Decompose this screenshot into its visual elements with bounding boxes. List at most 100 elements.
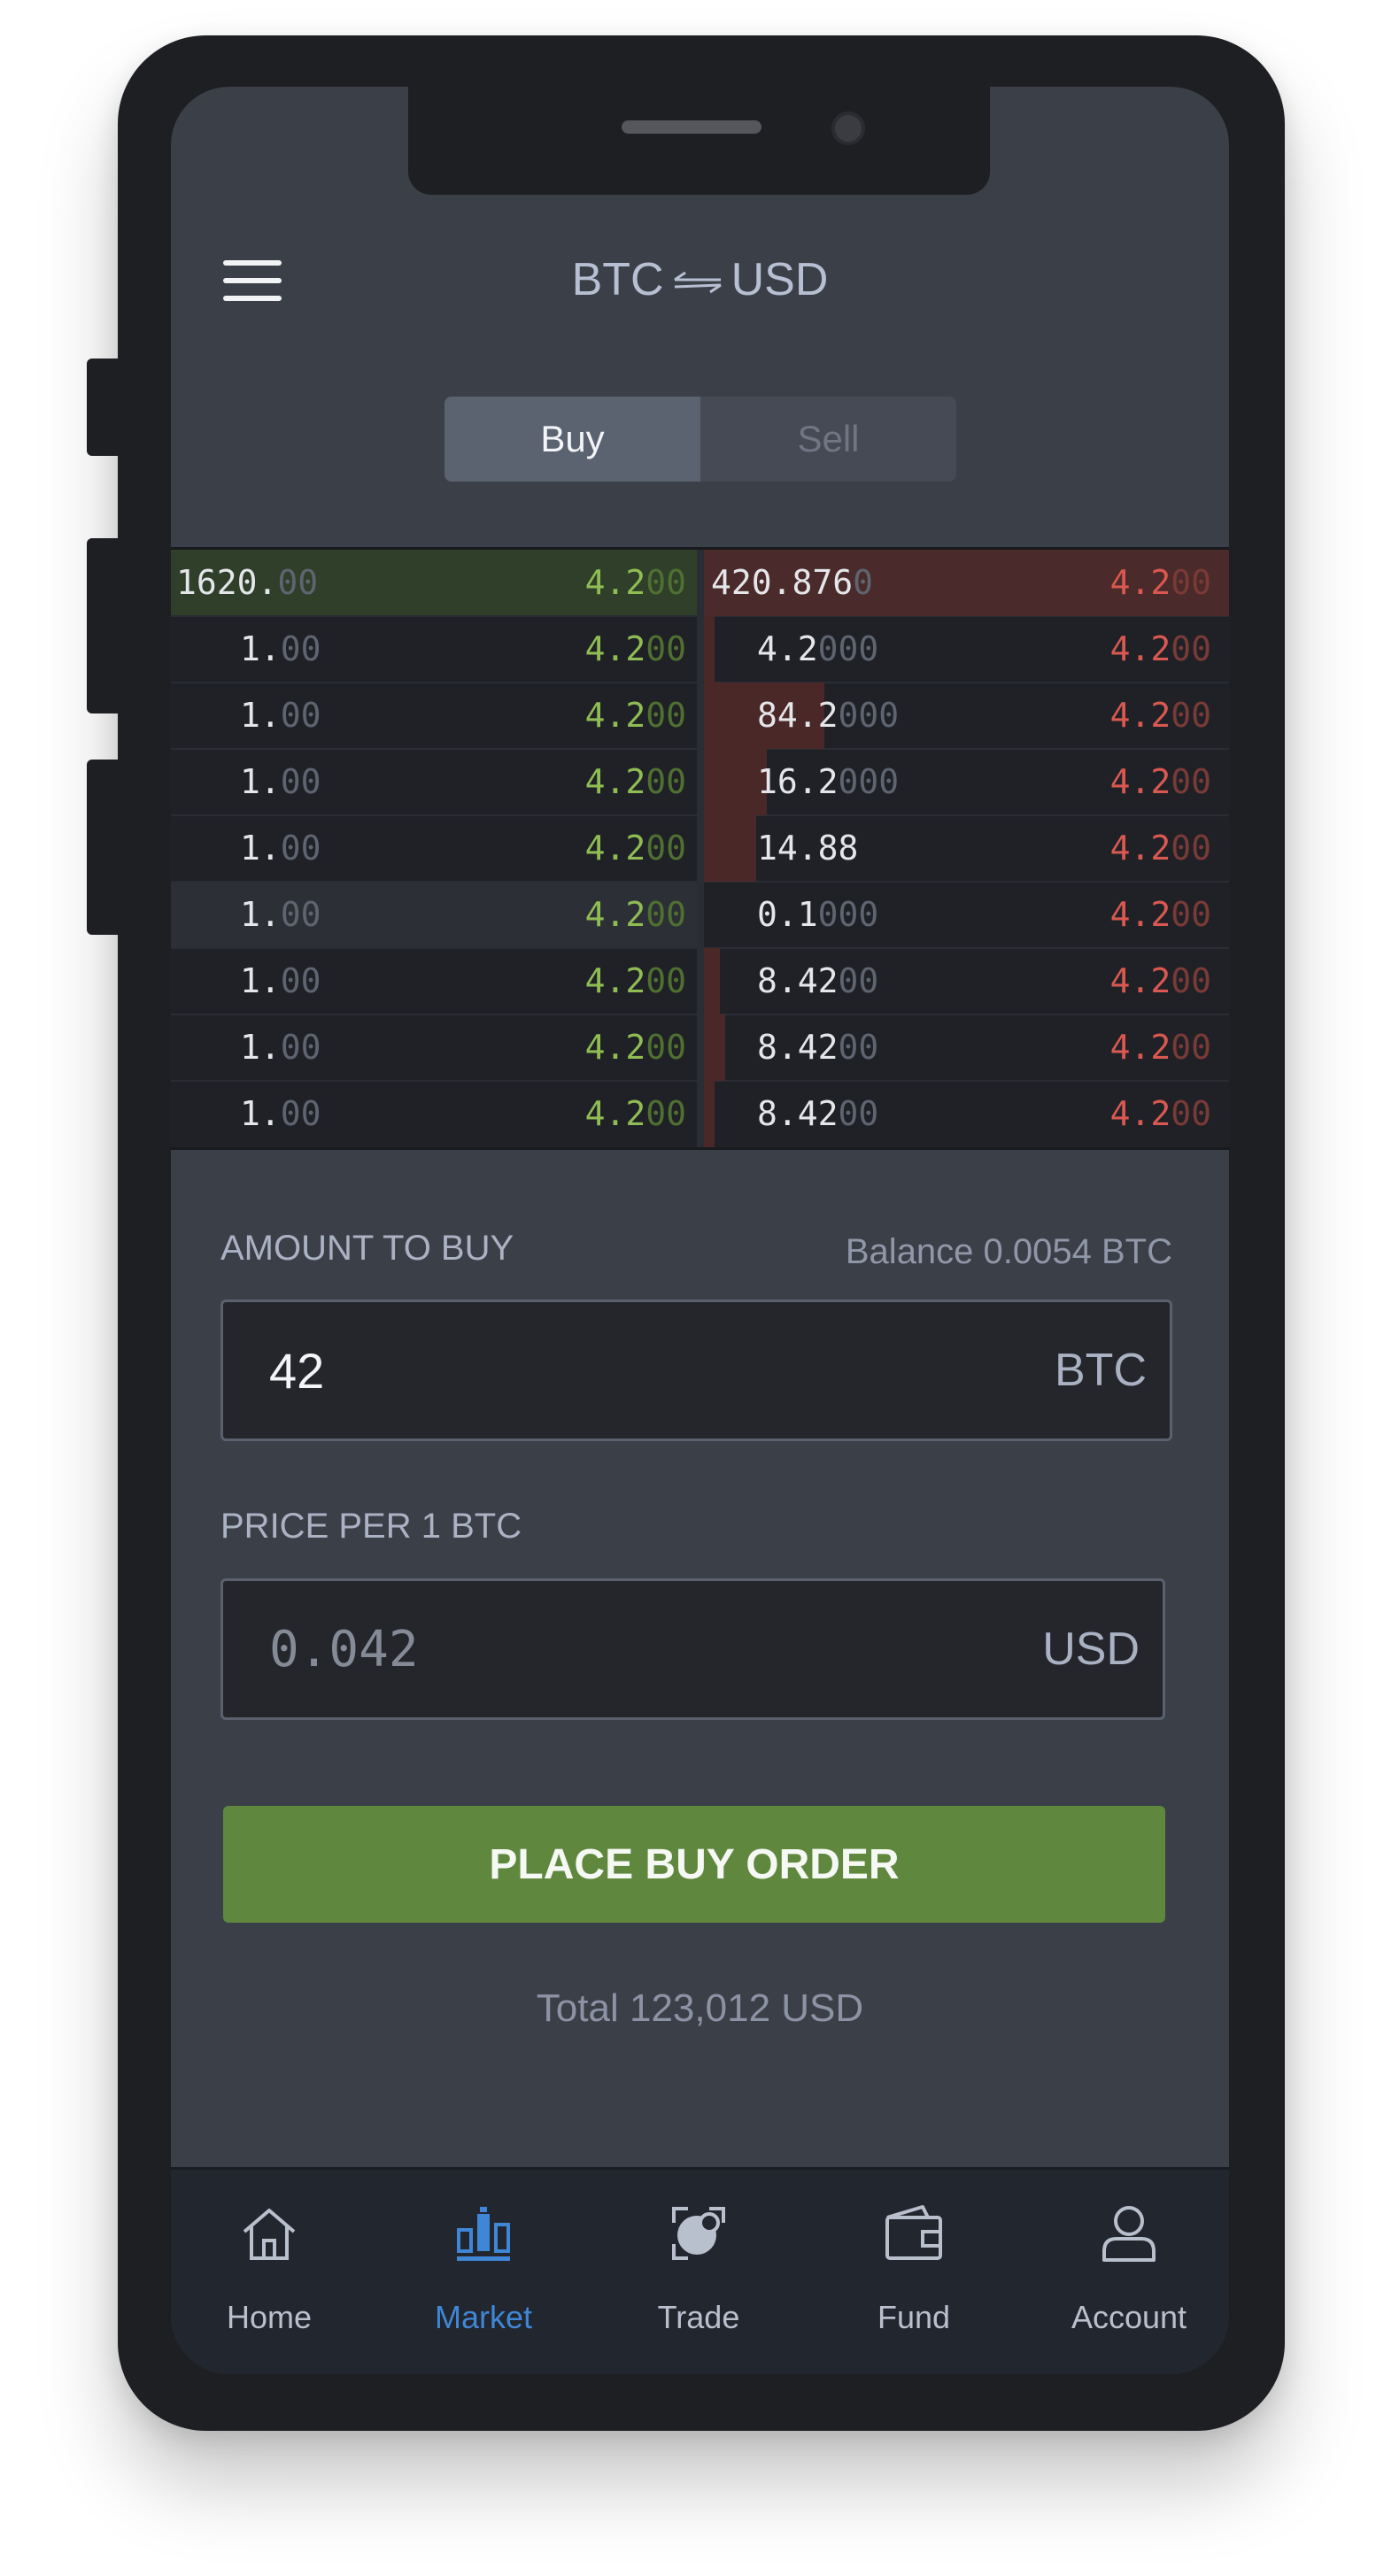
bid-row[interactable]: 1.00 4.200 xyxy=(171,815,697,882)
side-button-mute xyxy=(87,359,120,456)
bid-qty-dim: 00 xyxy=(645,1028,686,1067)
bid-price-dim: 00 xyxy=(280,696,321,735)
bid-price-dim: 00 xyxy=(280,762,321,801)
ask-price: 16.2000 xyxy=(757,749,899,815)
place-buy-order-button[interactable]: PLACE BUY ORDER xyxy=(223,1806,1165,1923)
quote-currency: USD xyxy=(731,254,829,305)
tab-buy[interactable]: Buy xyxy=(444,397,700,482)
ask-qty: 4.200 xyxy=(1110,815,1211,882)
ask-qty-main: 4.2 xyxy=(1109,1094,1171,1133)
front-camera xyxy=(831,112,865,145)
nav-home[interactable]: Home xyxy=(172,2170,367,2374)
bid-row[interactable]: 1.00 4.200 xyxy=(171,616,697,683)
wallet-icon xyxy=(885,2205,942,2260)
order-book-divider xyxy=(697,550,704,1147)
swap-arrows-icon xyxy=(673,272,722,294)
ask-qty: 4.200 xyxy=(1110,749,1211,815)
bid-row[interactable]: 1.00 4.200 xyxy=(171,749,697,815)
bid-row[interactable]: 1.00 4.200 xyxy=(171,1014,697,1081)
ask-row[interactable]: 0.1000 4.200 xyxy=(704,882,1229,948)
ask-price-main: 420.876 xyxy=(711,563,854,602)
ask-price: 420.8760 xyxy=(711,550,873,616)
nav-market[interactable]: Market xyxy=(386,2170,581,2374)
account-icon xyxy=(1102,2206,1156,2262)
price-input[interactable]: 0.042 USD xyxy=(220,1578,1165,1720)
bid-qty-main: 4.2 xyxy=(584,762,646,801)
ask-row[interactable]: 4.2000 4.2 00 xyxy=(704,616,1229,683)
bid-row[interactable]: 1.00 4.200 xyxy=(171,882,697,948)
amount-label: AMOUNT TO BUY xyxy=(220,1229,514,1268)
price-unit: USD xyxy=(1042,1623,1140,1675)
buy-sell-toggle: Buy Sell xyxy=(444,397,956,482)
total-label: Total xyxy=(536,1986,619,2030)
bid-price-dim: 00 xyxy=(277,563,319,602)
bid-qty-main: 4.2 xyxy=(584,1028,646,1067)
price-label: PRICE PER 1 BTC xyxy=(220,1507,522,1546)
bid-price: 1.00 xyxy=(240,882,321,948)
nav-fund[interactable]: Fund xyxy=(816,2170,1011,2374)
ask-price-main: 16.2 xyxy=(757,762,839,801)
ask-row[interactable]: 8.4200 4.200 xyxy=(704,1014,1229,1081)
ask-qty-main: 4.2 xyxy=(1109,563,1171,602)
total-value: 123,012 xyxy=(629,1986,771,2030)
bid-row[interactable]: 1620.00 4.200 xyxy=(171,550,697,616)
total-unit: USD xyxy=(781,1986,864,2030)
bid-price-main: 1. xyxy=(240,762,281,801)
nav-trade[interactable]: Trade xyxy=(601,2170,796,2374)
ask-depth-bar xyxy=(704,1014,725,1081)
bid-qty-dim: 00 xyxy=(645,829,686,868)
ask-row[interactable]: 84.2000 4.200 xyxy=(704,683,1229,749)
bid-qty-main: 4.2 xyxy=(584,629,646,668)
ask-qty-dim: 00 xyxy=(1171,629,1211,668)
bid-price: 1.00 xyxy=(240,749,321,815)
bid-qty: 4.200 xyxy=(585,616,686,683)
ask-price-dim: 00 xyxy=(838,961,879,1000)
ask-price: 4.2000 xyxy=(757,616,878,683)
ask-price-main: 14.88 xyxy=(757,829,859,868)
bid-price-dim: 00 xyxy=(280,961,321,1000)
ask-qty-main: 4.2 xyxy=(1109,895,1171,934)
side-button-volume-down xyxy=(87,760,120,935)
bid-price-main: 1. xyxy=(240,829,281,868)
nav-home-label: Home xyxy=(226,2299,313,2335)
tab-sell[interactable]: Sell xyxy=(700,397,956,482)
balance-text: Balance 0.0054 BTC xyxy=(845,1232,1172,1271)
bid-price-main: 1620. xyxy=(176,563,278,602)
ask-price-main: 84.2 xyxy=(757,696,839,735)
ask-price: 8.4200 xyxy=(757,948,878,1014)
bid-row[interactable]: 1.00 4.200 xyxy=(171,683,697,749)
bid-row[interactable]: 1.00 4.200 xyxy=(171,948,697,1014)
ask-row[interactable]: 16.2000 4.200 xyxy=(704,749,1229,815)
ask-row[interactable]: 420.8760 4.200 xyxy=(704,550,1229,616)
nav-account[interactable]: Account xyxy=(1032,2170,1226,2374)
nav-account-label: Account xyxy=(1071,2299,1187,2335)
ask-qty: 4.200 xyxy=(1110,1081,1211,1147)
ask-row[interactable]: 8.4200 4.200 xyxy=(704,1081,1229,1147)
ask-qty: 4.200 xyxy=(1110,948,1211,1014)
nav-trade-label: Trade xyxy=(657,2299,740,2335)
order-book: 1620.00 4.200 1.00 4.200 1.00 4.200 1.00 4.200 1… xyxy=(171,547,1229,1150)
ask-price-dim: 0 xyxy=(853,563,874,602)
bid-qty-main: 4.2 xyxy=(584,961,646,1000)
ask-price-main: 4.2 xyxy=(757,629,818,668)
ask-price-dim: 000 xyxy=(817,629,879,668)
ask-qty: 4.200 xyxy=(1110,882,1211,948)
bid-price-main: 1. xyxy=(240,696,281,735)
app-screen: BTC USD Buy Sell 1620.00 4.200 1.00 4.200 1.0… xyxy=(171,87,1229,2374)
ask-qty-main: 4.2 xyxy=(1109,762,1171,801)
bid-qty-dim: 00 xyxy=(645,629,686,668)
ask-row[interactable]: 8.4200 4.200 xyxy=(704,948,1229,1014)
bid-qty: 4.200 xyxy=(585,749,686,815)
ask-qty-dim: 00 xyxy=(1171,1028,1211,1067)
ask-qty-main: 4.2 xyxy=(1109,696,1171,735)
bid-price-main: 1. xyxy=(240,961,281,1000)
bid-qty-main: 4.2 xyxy=(584,1094,646,1133)
amount-input[interactable]: 42 BTC xyxy=(220,1300,1172,1441)
bid-price-dim: 00 xyxy=(280,1094,321,1133)
ask-depth-bar xyxy=(704,815,756,882)
bid-row[interactable]: 1.00 4.2 00 xyxy=(171,1081,697,1147)
ask-row[interactable]: 14.88 4.200 xyxy=(704,815,1229,882)
bid-price: 1.00 xyxy=(240,1081,321,1147)
bid-qty-main: 4.2 xyxy=(584,696,646,735)
bid-price: 1.00 xyxy=(240,616,321,683)
